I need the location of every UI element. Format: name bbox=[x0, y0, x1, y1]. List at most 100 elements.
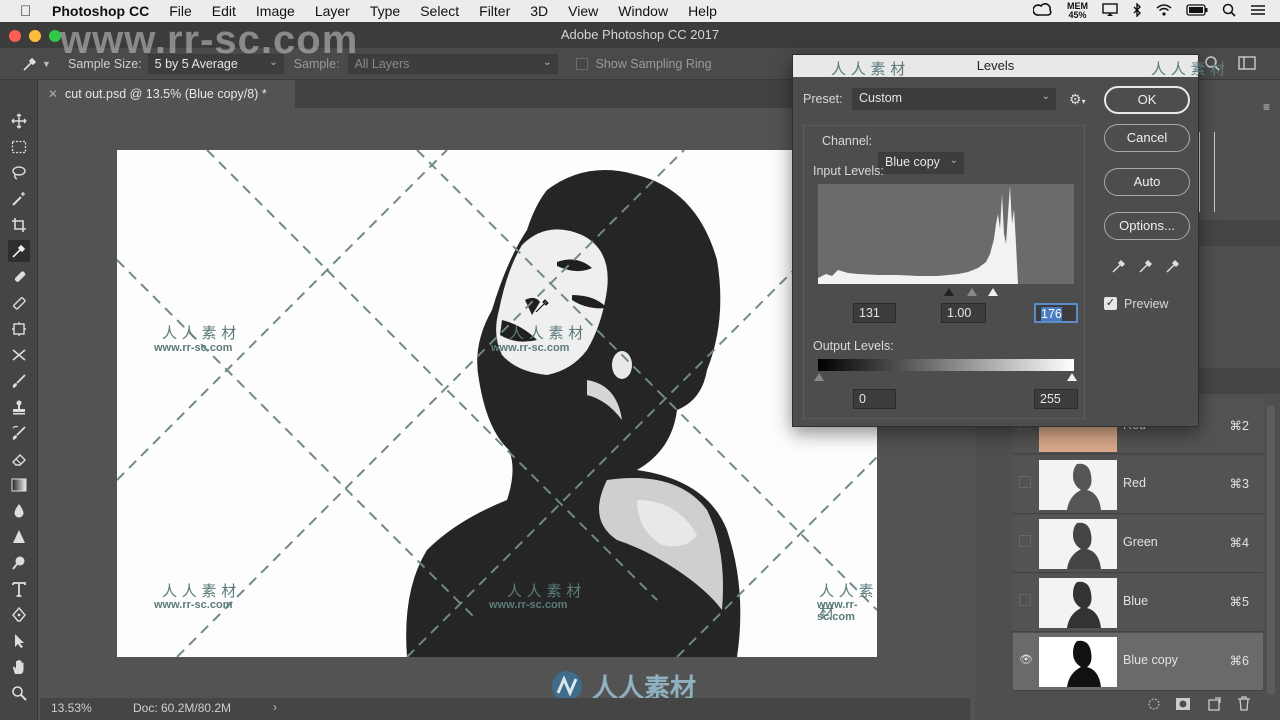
menu-image[interactable]: Image bbox=[256, 3, 295, 19]
show-sampling-ring-checkbox[interactable] bbox=[575, 57, 588, 70]
close-tab-icon[interactable]: ✕ bbox=[48, 80, 58, 108]
lasso-tool-icon[interactable] bbox=[8, 162, 30, 184]
channel-row[interactable]: Green ⌘4 bbox=[1013, 515, 1263, 573]
doc-size-info[interactable]: Doc: 60.2M/80.2M bbox=[133, 701, 231, 715]
magic-wand-tool-icon[interactable] bbox=[8, 188, 30, 210]
channel-row[interactable]: Red ⌘3 bbox=[1013, 456, 1263, 514]
levels-dialog: Levels 人 人 素 材 人 人 素 材 Preset: Custom ⌄ ⚙… bbox=[792, 54, 1225, 427]
input-black-slider[interactable] bbox=[944, 288, 954, 296]
document-tab[interactable]: ✕ cut out.psd @ 13.5% (Blue copy/8) * bbox=[40, 80, 295, 108]
panel-scrollbar[interactable] bbox=[1267, 405, 1275, 695]
chevron-down-icon: ⌄ bbox=[949, 155, 958, 166]
preview-checkbox[interactable]: ✓ bbox=[1104, 297, 1117, 310]
output-black-slider[interactable] bbox=[814, 373, 824, 381]
channel-thumbnail bbox=[1039, 519, 1117, 569]
gray-point-eyedropper-icon[interactable] bbox=[1138, 258, 1154, 277]
stamp-tool-icon[interactable] bbox=[8, 396, 30, 418]
menu-window[interactable]: Window bbox=[618, 3, 668, 19]
battery-icon[interactable] bbox=[1186, 3, 1208, 19]
cancel-button[interactable]: Cancel bbox=[1104, 124, 1190, 152]
black-point-eyedropper-icon[interactable] bbox=[1111, 258, 1127, 277]
creative-cloud-icon[interactable] bbox=[1032, 2, 1053, 20]
eye-icon[interactable]: 👁 bbox=[1019, 653, 1033, 666]
watermark-cn: 人 人 素 材 bbox=[507, 582, 582, 600]
move-tool-icon[interactable] bbox=[8, 110, 30, 132]
spotlight-search-icon[interactable] bbox=[1222, 3, 1236, 20]
channel-name: Blue bbox=[1123, 594, 1149, 608]
input-levels-label: Input Levels: bbox=[813, 164, 884, 178]
input-black-field[interactable]: 131 bbox=[853, 303, 896, 323]
menu-3d[interactable]: 3D bbox=[530, 3, 548, 19]
white-point-eyedropper-icon[interactable] bbox=[1165, 258, 1181, 277]
menu-file[interactable]: File bbox=[169, 3, 192, 19]
close-window-button[interactable] bbox=[9, 30, 21, 42]
new-channel-icon[interactable] bbox=[1207, 697, 1221, 714]
brush-tool-icon[interactable] bbox=[8, 292, 30, 314]
art-history-brush-icon[interactable] bbox=[8, 422, 30, 444]
output-black-field[interactable]: 0 bbox=[853, 389, 896, 409]
gradient-tool-icon[interactable] bbox=[8, 474, 30, 496]
status-menu-chevron-icon[interactable]: › bbox=[273, 700, 277, 714]
workspace-switcher-icon[interactable] bbox=[1238, 56, 1256, 73]
channel-row-selected[interactable]: 👁 Blue copy ⌘6 bbox=[1013, 633, 1263, 691]
menu-layer[interactable]: Layer bbox=[315, 3, 350, 19]
document-canvas[interactable]: 人 人 素 材 www.rr-sc.com 人 人 素 材 www.rr-sc.… bbox=[117, 150, 877, 657]
channel-row[interactable]: Blue ⌘5 bbox=[1013, 574, 1263, 632]
eyedropper-tool-icon[interactable] bbox=[8, 240, 30, 262]
channel-select[interactable]: Blue copy ⌄ bbox=[878, 152, 964, 174]
output-white-field[interactable]: 255 bbox=[1034, 389, 1078, 409]
menu-type[interactable]: Type bbox=[370, 3, 400, 19]
sharpen-tool-icon[interactable] bbox=[8, 526, 30, 548]
preset-select[interactable]: Custom ⌄ bbox=[852, 88, 1056, 110]
memory-indicator[interactable]: MEM 45% bbox=[1067, 2, 1088, 20]
output-levels-label: Output Levels: bbox=[813, 339, 894, 353]
pen-tool-icon[interactable] bbox=[8, 604, 30, 626]
load-selection-icon[interactable] bbox=[1147, 697, 1161, 714]
panel-menu-icon[interactable]: ≡ bbox=[1263, 100, 1270, 114]
blur-tool-icon[interactable] bbox=[8, 500, 30, 522]
save-selection-icon[interactable] bbox=[1175, 697, 1191, 714]
apple-menu-icon[interactable]:  bbox=[20, 3, 38, 20]
type-tool-icon[interactable] bbox=[8, 578, 30, 600]
visibility-toggle[interactable] bbox=[1019, 476, 1031, 488]
wifi-icon[interactable] bbox=[1156, 3, 1172, 19]
input-gamma-field[interactable]: 1.00 bbox=[941, 303, 986, 323]
delete-channel-icon[interactable] bbox=[1237, 696, 1251, 714]
path-selection-tool-icon[interactable] bbox=[8, 630, 30, 652]
dodge-tool-icon[interactable] bbox=[8, 552, 30, 574]
sample-select[interactable]: All Layers ⌄ bbox=[347, 53, 558, 74]
options-button[interactable]: Options... bbox=[1104, 212, 1190, 240]
menu-help[interactable]: Help bbox=[688, 3, 717, 19]
history-brush-tool-icon[interactable] bbox=[8, 344, 30, 366]
channel-shortcut: ⌘2 bbox=[1229, 419, 1249, 433]
marquee-tool-icon[interactable] bbox=[8, 136, 30, 158]
menu-edit[interactable]: Edit bbox=[212, 3, 236, 19]
notification-center-icon[interactable] bbox=[1250, 4, 1266, 19]
hand-tool-icon[interactable] bbox=[8, 656, 30, 678]
input-white-field[interactable]: 176 bbox=[1034, 303, 1078, 323]
paint-brush-tool-icon[interactable] bbox=[8, 370, 30, 392]
menu-view[interactable]: View bbox=[568, 3, 598, 19]
healing-brush-tool-icon[interactable] bbox=[8, 266, 30, 288]
app-menu[interactable]: Photoshop CC bbox=[52, 3, 149, 19]
preset-options-gear-icon[interactable]: ⚙▾ bbox=[1069, 91, 1086, 108]
zoom-level[interactable]: 13.53% bbox=[51, 701, 92, 715]
menu-select[interactable]: Select bbox=[420, 3, 459, 19]
eyedropper-tool-preset-icon[interactable]: ▼ bbox=[22, 56, 56, 72]
visibility-toggle[interactable] bbox=[1019, 535, 1031, 547]
zoom-tool-icon[interactable] bbox=[8, 682, 30, 704]
ok-button[interactable]: OK bbox=[1104, 86, 1190, 114]
crop-tool-icon[interactable] bbox=[8, 214, 30, 236]
output-white-slider[interactable] bbox=[1067, 373, 1077, 381]
input-white-slider[interactable] bbox=[988, 288, 998, 296]
display-icon[interactable] bbox=[1102, 2, 1118, 20]
auto-button[interactable]: Auto bbox=[1104, 168, 1190, 196]
minimize-window-button[interactable] bbox=[29, 30, 41, 42]
input-gamma-slider[interactable] bbox=[967, 288, 977, 296]
bluetooth-icon[interactable] bbox=[1132, 1, 1142, 20]
clone-stamp-tool-icon[interactable] bbox=[8, 318, 30, 340]
visibility-toggle[interactable] bbox=[1019, 594, 1031, 606]
menu-filter[interactable]: Filter bbox=[479, 3, 510, 19]
eraser-tool-icon[interactable] bbox=[8, 448, 30, 470]
channel-label: Channel: bbox=[822, 134, 873, 148]
